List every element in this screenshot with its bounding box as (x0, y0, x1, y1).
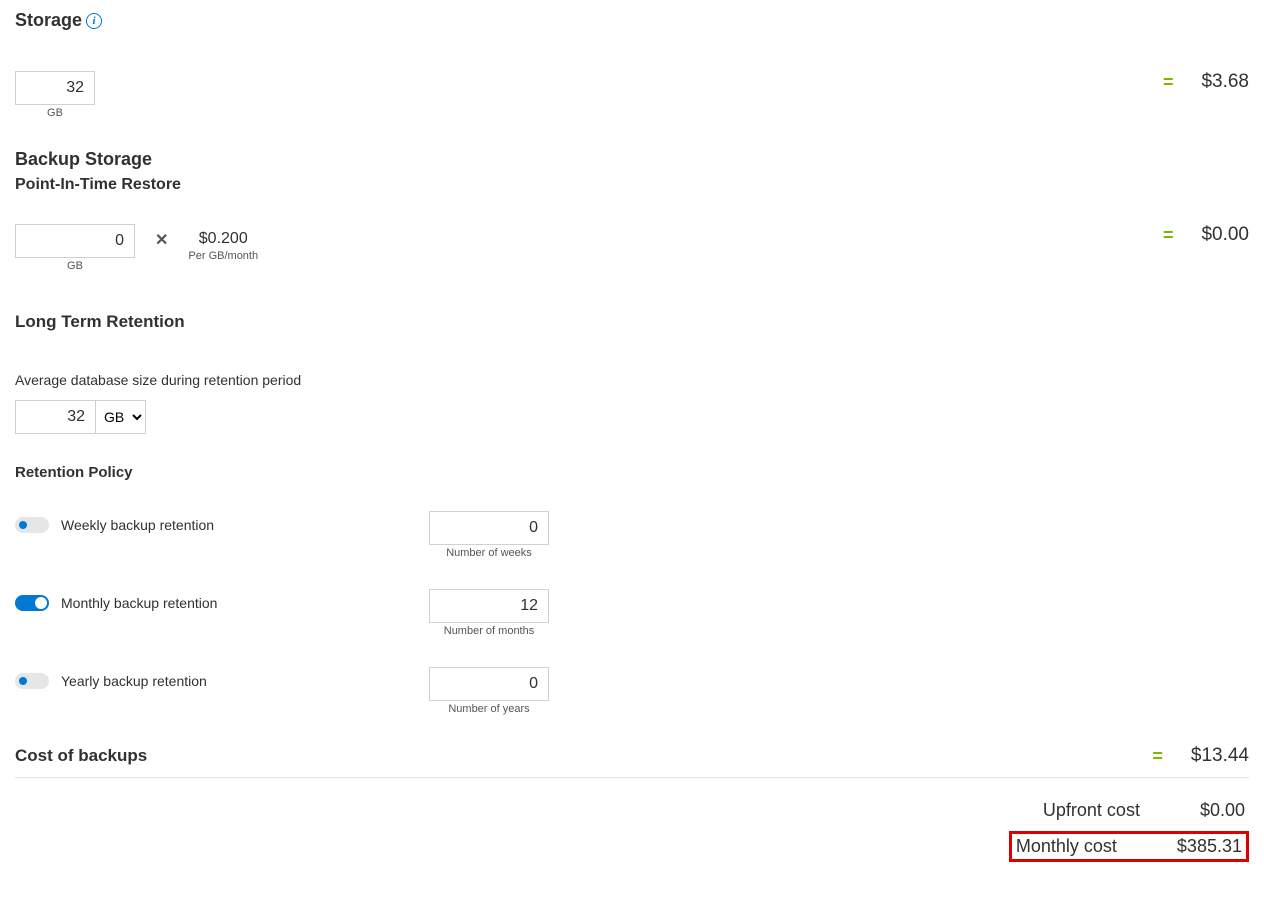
upfront-cost-value: $0.00 (1200, 800, 1245, 821)
equals-icon: = (1152, 746, 1163, 767)
pitr-heading: Point-In-Time Restore (15, 176, 1249, 194)
weekly-retention-caption: Number of weeks (446, 547, 532, 559)
yearly-retention-input[interactable] (429, 667, 549, 701)
upfront-cost-label: Upfront cost (1043, 800, 1140, 821)
storage-unit-label: GB (47, 107, 63, 119)
ltr-heading: Long Term Retention (15, 312, 1249, 332)
monthly-retention-input[interactable] (429, 589, 549, 623)
divider (15, 777, 1249, 778)
weekly-retention-label: Weekly backup retention (61, 517, 214, 533)
monthly-cost-label: Monthly cost (1016, 836, 1117, 857)
yearly-retention-label: Yearly backup retention (61, 673, 207, 689)
storage-heading: Storage (15, 10, 82, 31)
pitr-size-input[interactable] (15, 224, 135, 258)
pitr-rate-label: Per GB/month (188, 250, 258, 262)
storage-size-input[interactable] (15, 71, 95, 105)
upfront-cost-row: Upfront cost $0.00 (1039, 798, 1249, 823)
avg-db-size-label: Average database size during retention p… (15, 372, 1249, 388)
pitr-unit-label: GB (67, 260, 83, 272)
backup-storage-heading: Backup Storage (15, 149, 152, 170)
storage-price: $3.68 (1201, 71, 1249, 93)
info-icon[interactable]: i (86, 13, 102, 29)
monthly-retention-label: Monthly backup retention (61, 595, 217, 611)
weekly-retention-toggle[interactable] (15, 517, 49, 533)
monthly-retention-toggle[interactable] (15, 595, 49, 611)
multiply-icon: ✕ (155, 224, 168, 250)
monthly-retention-caption: Number of months (444, 625, 534, 637)
equals-icon: = (1163, 225, 1174, 246)
retention-policy-heading: Retention Policy (15, 464, 1249, 481)
avg-db-size-unit-select[interactable]: GB (95, 400, 146, 434)
cost-of-backups-price: $13.44 (1191, 745, 1249, 767)
avg-db-size-input[interactable] (15, 400, 95, 434)
yearly-retention-caption: Number of years (448, 703, 529, 715)
equals-icon: = (1163, 72, 1174, 93)
yearly-retention-toggle[interactable] (15, 673, 49, 689)
monthly-cost-row: Monthly cost $385.31 (1009, 831, 1249, 862)
pitr-price: $0.00 (1201, 224, 1249, 246)
cost-of-backups-label: Cost of backups (15, 746, 147, 766)
weekly-retention-input[interactable] (429, 511, 549, 545)
pitr-rate: $0.200 (199, 224, 248, 248)
monthly-cost-value: $385.31 (1177, 836, 1242, 857)
